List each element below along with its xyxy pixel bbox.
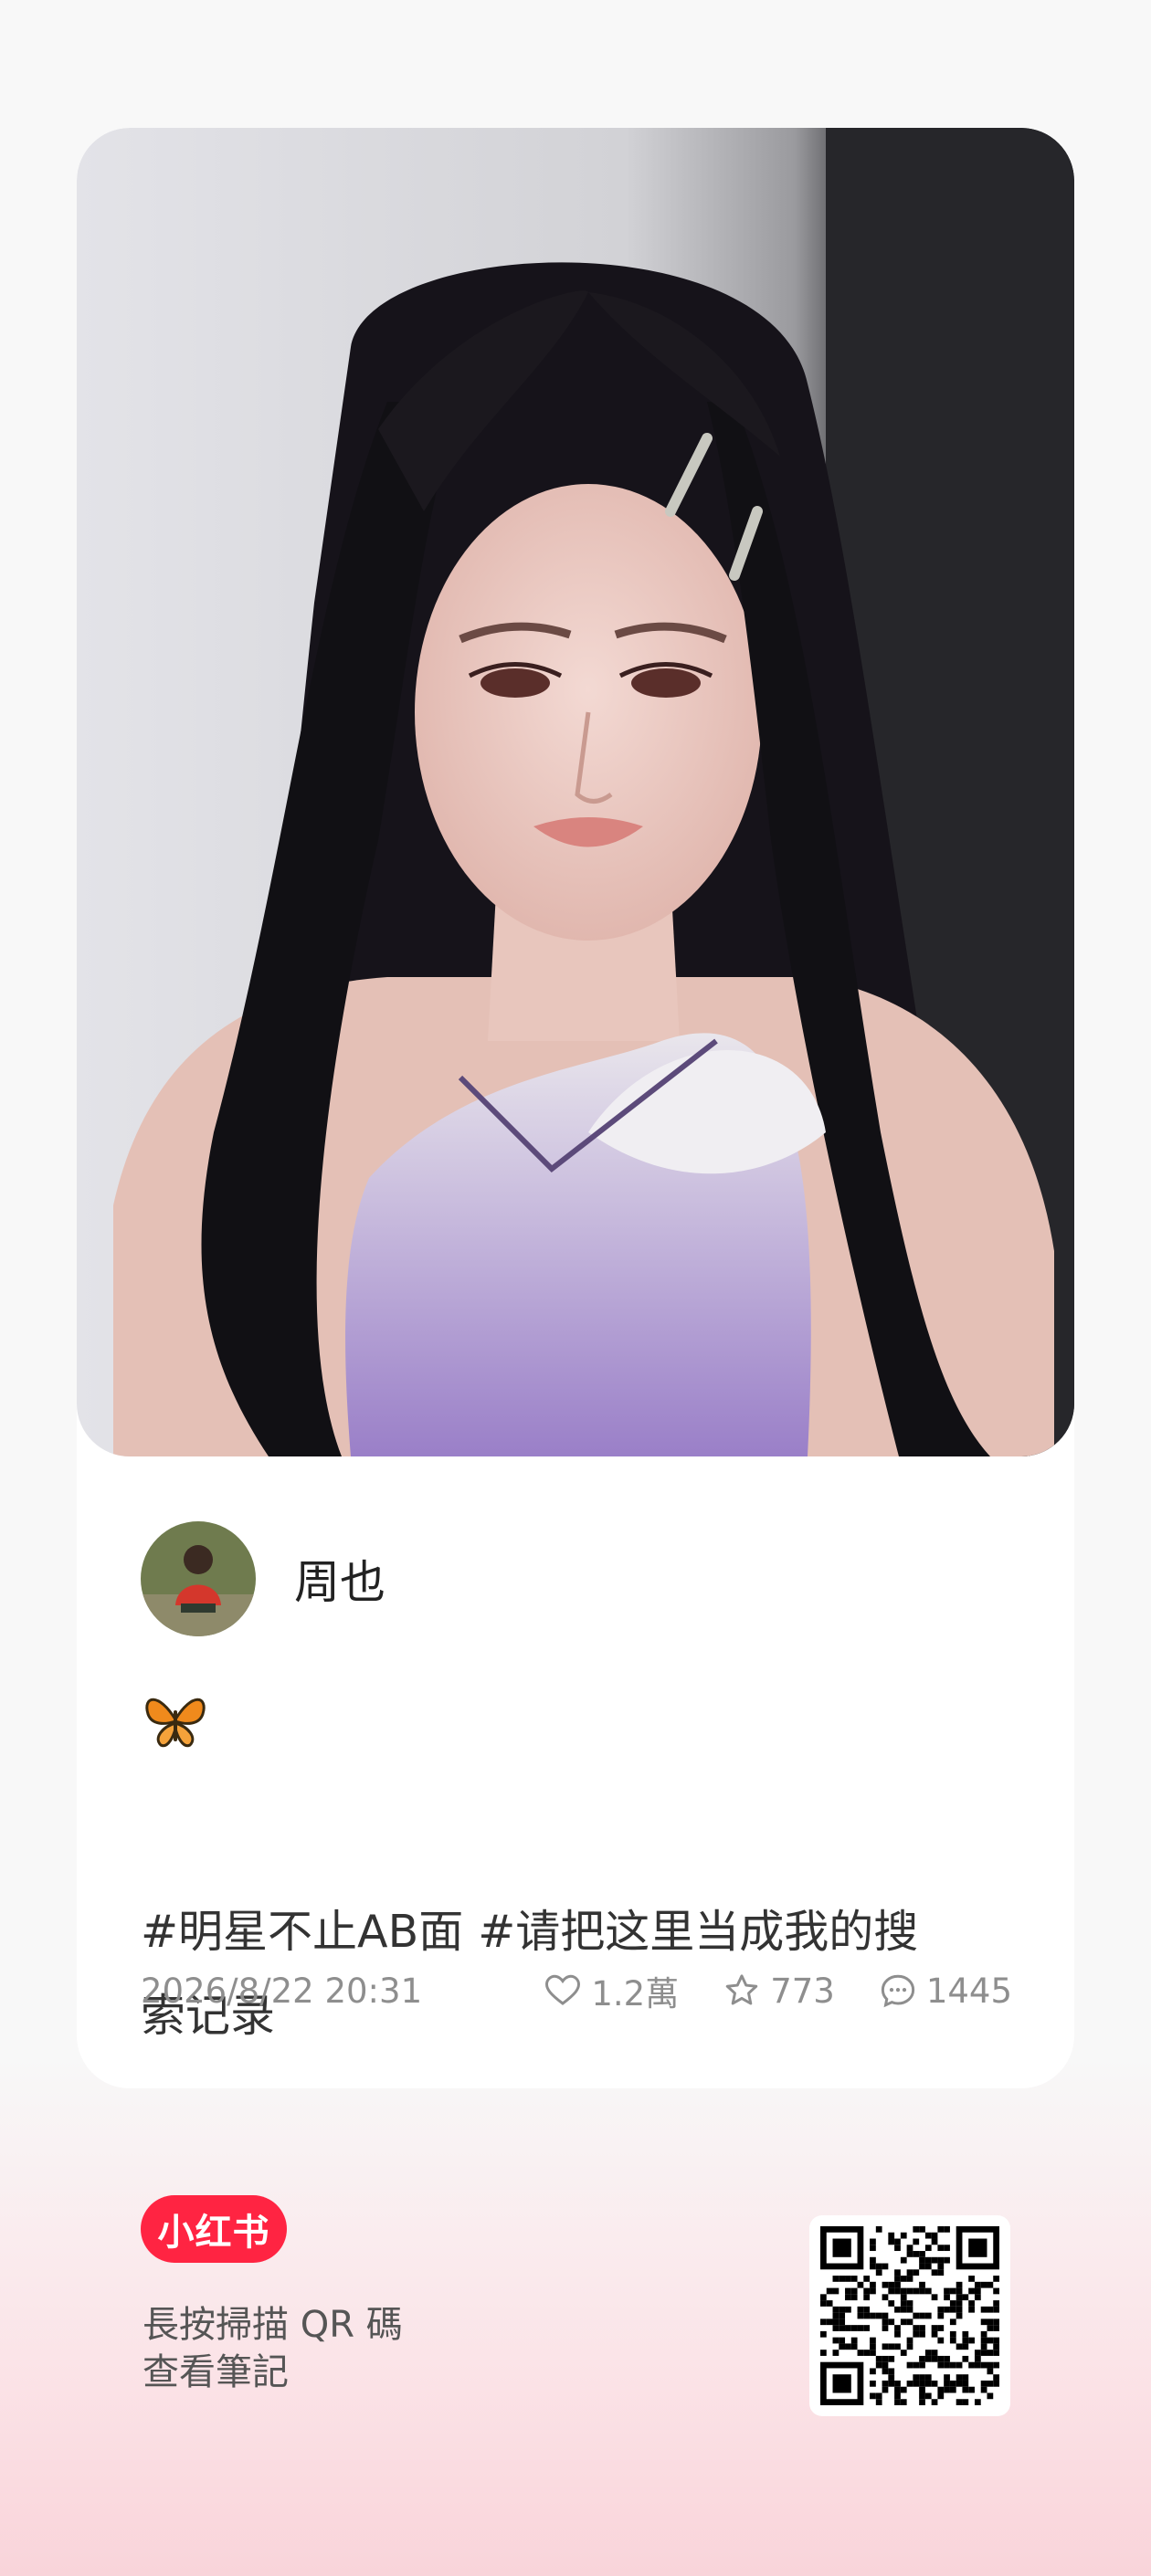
like-count-value: 1.2萬 (591, 1974, 680, 2013)
qr-code-image (820, 2226, 999, 2405)
hashtag-link[interactable]: #请把这里当成我的搜 (478, 1906, 918, 1958)
star-icon[interactable] (723, 1971, 761, 2010)
butterfly-emoji (141, 1685, 210, 1754)
author-name[interactable]: 周也 (294, 1546, 385, 1612)
heart-icon[interactable] (544, 1971, 582, 2010)
favorite-count[interactable]: 773 (723, 1971, 835, 2011)
scan-hint-line-1: 長按掃描 QR 碼 (143, 2304, 403, 2346)
hashtag-link[interactable]: #明星不止AB面 (141, 1906, 463, 1958)
comment-bubble-icon[interactable] (879, 1971, 917, 2010)
butterfly-icon (145, 1698, 206, 1748)
scan-hint-line-2: 查看筆記 (143, 2351, 289, 2393)
note-card[interactable]: 周也 #明星不止AB面 #请把这里当成我的搜 索记录 (77, 128, 1074, 2088)
post-date: 2026/8/22 20:31 (141, 1971, 423, 2011)
note-meta: 2026/8/22 20:31 1.2萬 773 1445 (141, 1963, 1012, 2018)
note-cover-photo[interactable] (77, 128, 1074, 1456)
qr-code[interactable] (809, 2215, 1010, 2416)
avatar-image (141, 1521, 256, 1636)
author-info[interactable]: 周也 (141, 1520, 385, 1637)
xiaohongshu-logo: 小红书 (141, 2195, 287, 2263)
comment-count[interactable]: 1445 (879, 1971, 1012, 2011)
like-count[interactable]: 1.2萬 (544, 1966, 679, 2015)
portrait-image (77, 128, 1074, 1456)
favorite-count-value: 773 (770, 1971, 835, 2011)
scan-hint: 長按掃描 QR 碼 查看筆記 (143, 2301, 403, 2396)
comment-count-value: 1445 (925, 1971, 1012, 2011)
author-avatar[interactable] (141, 1521, 256, 1636)
